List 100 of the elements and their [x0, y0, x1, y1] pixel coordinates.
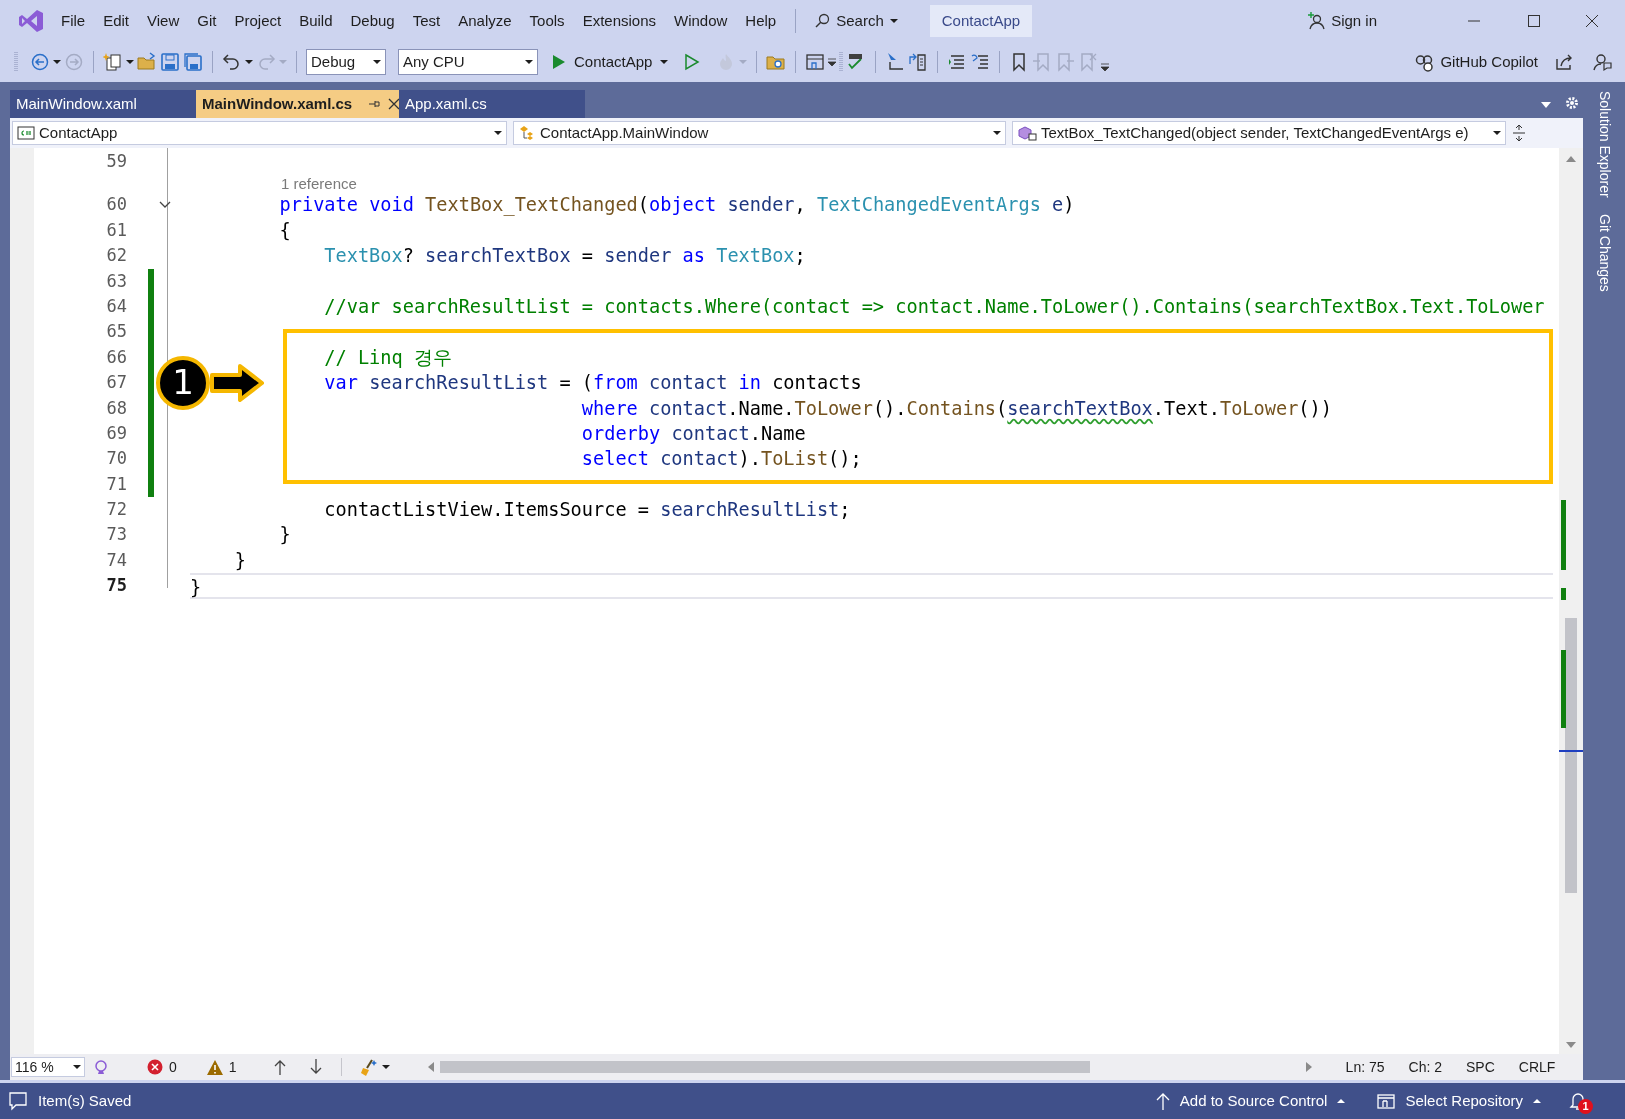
column-indicator[interactable]: Ch: 2 — [1408, 1056, 1442, 1078]
scroll-down-icon[interactable] — [1566, 1042, 1576, 1048]
zoom-dropdown[interactable]: 116 % — [11, 1057, 85, 1077]
scroll-thumb[interactable] — [1565, 618, 1577, 893]
caret-icon[interactable] — [525, 59, 533, 65]
scroll-right-icon[interactable] — [1305, 1062, 1312, 1072]
line-number: 74 — [105, 548, 127, 572]
intellicode-icon[interactable] — [93, 1059, 109, 1075]
caret-icon[interactable] — [660, 59, 669, 65]
line-number: 68 — [105, 396, 127, 420]
person-add-icon — [1307, 12, 1326, 30]
fold-icon[interactable] — [159, 201, 171, 210]
pin-icon[interactable] — [368, 98, 381, 110]
side-panel-tab[interactable]: Solution Explorer — [1593, 91, 1615, 198]
comment-icon[interactable] — [8, 1091, 28, 1111]
menu-item[interactable]: Analyze — [449, 9, 521, 33]
arrow-up-icon[interactable] — [272, 1059, 287, 1075]
project-dropdown[interactable]: ContactApp — [12, 121, 507, 145]
menu-item[interactable]: Project — [225, 9, 291, 33]
settings-icon[interactable] — [1565, 96, 1579, 110]
menu-item[interactable]: Git — [188, 9, 226, 33]
line-indicator[interactable]: Ln: 75 — [1345, 1056, 1385, 1078]
dropdown-icon[interactable] — [1541, 102, 1551, 108]
menu-item[interactable]: Window — [665, 9, 737, 33]
undo-icon[interactable] — [222, 52, 242, 72]
caret-icon[interactable] — [381, 1064, 390, 1070]
caret-icon[interactable] — [126, 59, 134, 65]
line-number: 71 — [105, 472, 127, 496]
search-button[interactable]: Search — [806, 9, 906, 33]
share-icon[interactable] — [1554, 52, 1574, 72]
document-arrow-icon[interactable] — [908, 52, 929, 72]
line-number: 62 — [105, 244, 127, 268]
cursor-icon[interactable] — [885, 52, 906, 72]
scroll-thumb[interactable] — [439, 1061, 1090, 1073]
warnings-button[interactable]: 1 — [206, 1056, 237, 1078]
notification-badge: 1 — [1578, 1099, 1593, 1114]
app-logo-icon — [18, 8, 44, 34]
caret-icon[interactable] — [73, 1064, 81, 1070]
caret-icon[interactable] — [373, 59, 381, 65]
copilot-button[interactable]: GitHub Copilot — [1414, 50, 1538, 74]
callout-badge: 1 — [156, 356, 210, 411]
indent-indicator[interactable]: SPC — [1466, 1056, 1495, 1078]
code-line: where contact.Name.ToLower().Contains(searchTextBox.Text.ToLower()) — [581, 397, 1332, 419]
menu-item[interactable]: Test — [403, 9, 450, 33]
overflow-icon[interactable] — [1101, 62, 1110, 72]
document-tab[interactable]: App.xaml.cs — [399, 90, 585, 118]
arrow-down-icon[interactable] — [308, 1059, 323, 1075]
menu-item[interactable]: Help — [736, 9, 786, 33]
platform-dropdown[interactable]: Any CPU — [398, 49, 538, 75]
menu-item[interactable]: Edit — [94, 9, 139, 33]
scroll-left-icon[interactable] — [427, 1062, 434, 1072]
caret-icon[interactable] — [889, 18, 898, 24]
vertical-scrollbar[interactable] — [1559, 148, 1583, 1054]
grip-icon — [14, 51, 18, 73]
menu-item[interactable]: File — [52, 9, 95, 33]
type-dropdown[interactable]: ContactApp.MainWindow — [513, 121, 1006, 145]
menu-item[interactable]: Debug — [341, 9, 404, 33]
start-button[interactable]: ContactApp — [552, 50, 653, 74]
code-line: //var searchResultList = contacts.Where(contact => contact.Name.ToLower().Contains(searchTextBox.Text.ToLower — [324, 295, 1545, 317]
menu-item[interactable]: Build — [290, 9, 342, 33]
caret-icon[interactable] — [245, 59, 253, 65]
add-to-source-control-button[interactable]: Add to Source Control — [1155, 1089, 1346, 1113]
menu-item[interactable]: Tools — [520, 9, 574, 33]
menu-item[interactable]: View — [138, 9, 189, 33]
save-all-icon[interactable] — [183, 52, 203, 72]
window-layout-icon[interactable] — [805, 52, 826, 72]
outdent-lines-icon[interactable] — [970, 52, 991, 72]
menu-item[interactable]: Extensions — [573, 9, 665, 33]
bell-icon[interactable] — [1569, 1091, 1587, 1111]
overflow-icon[interactable] — [828, 57, 837, 67]
document-tab[interactable]: MainWindow.xaml.cs — [196, 90, 399, 118]
split-icon[interactable] — [1512, 124, 1526, 142]
callout-arrow — [209, 363, 265, 404]
code-line: select contact).ToList(); — [581, 448, 862, 470]
close-icon[interactable] — [1585, 14, 1599, 28]
side-panel-tab[interactable]: Git Changes — [1593, 213, 1615, 292]
code-line: // Linq 경우 — [324, 346, 452, 368]
line-ending-indicator[interactable]: CRLF — [1518, 1056, 1556, 1078]
save-icon[interactable] — [160, 52, 180, 72]
code-line: var searchResultList = (from contact in contacts — [324, 372, 862, 394]
line-number: 70 — [105, 447, 127, 471]
errors-button[interactable]: 0 — [147, 1056, 177, 1078]
member-dropdown[interactable]: TextBox_TextChanged(object sender, TextChangedEventArgs e) — [1012, 121, 1506, 145]
select-repository-button[interactable]: Select Repository — [1377, 1089, 1541, 1113]
configuration-dropdown[interactable]: Debug — [306, 49, 386, 75]
caret-icon[interactable] — [993, 130, 1001, 136]
caret-icon[interactable] — [494, 130, 502, 136]
document-tab[interactable]: MainWindow.xaml — [10, 90, 196, 118]
broom-icon[interactable] — [359, 1058, 378, 1076]
maximize-icon[interactable] — [1527, 14, 1541, 28]
close-icon[interactable] — [388, 98, 401, 110]
reference-count[interactable]: 1 reference — [281, 175, 357, 193]
warning-icon — [206, 1059, 223, 1075]
caret-icon[interactable] — [1493, 130, 1501, 136]
new-item-icon[interactable] — [103, 52, 123, 72]
feedback-icon[interactable] — [1592, 52, 1612, 72]
scroll-up-icon[interactable] — [1566, 156, 1576, 162]
caret-icon[interactable] — [53, 59, 61, 65]
line-number: 72 — [105, 498, 127, 522]
sign-in-button[interactable]: Sign in — [1307, 9, 1377, 33]
